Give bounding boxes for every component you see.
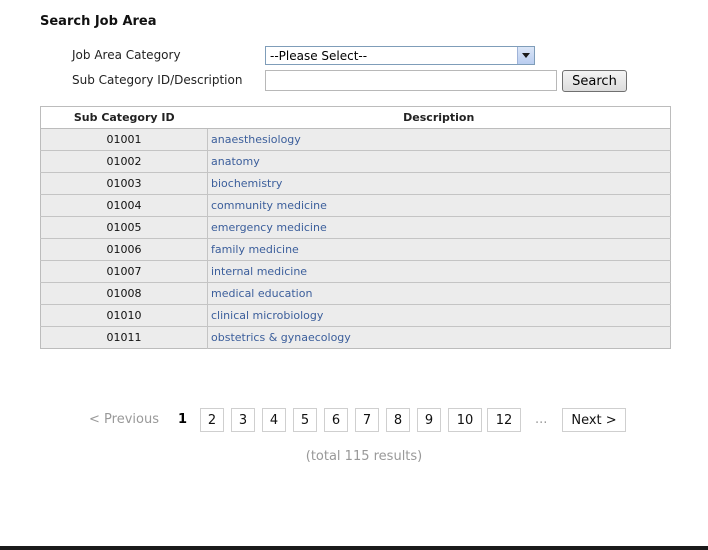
results-table: Sub Category ID Description 01001 anaesth… [40, 106, 671, 349]
header-description: Description [207, 106, 671, 129]
description-cell: internal medicine [207, 260, 671, 283]
table-row: 01005 emergency medicine [40, 216, 671, 239]
sub-category-id-cell: 01008 [40, 282, 208, 305]
description-cell: anaesthesiology [207, 128, 671, 151]
table-row: 01007 internal medicine [40, 260, 671, 283]
page-link[interactable]: 6 [324, 408, 348, 432]
job-area-category-select[interactable]: --Please Select-- [265, 46, 535, 65]
description-link[interactable]: medical education [211, 287, 312, 300]
page-link[interactable]: 10 [448, 408, 482, 432]
description-cell: biochemistry [207, 172, 671, 195]
table-row: 01008 medical education [40, 282, 671, 305]
description-link[interactable]: internal medicine [211, 265, 307, 278]
description-link[interactable]: family medicine [211, 243, 299, 256]
previous-link: < Previous [89, 412, 159, 427]
sub-category-label: Sub Category ID/Description [72, 73, 243, 87]
table-row: 01001 anaesthesiology [40, 128, 671, 151]
header-sub-category-id: Sub Category ID [40, 106, 208, 129]
table-row: 01003 biochemistry [40, 172, 671, 195]
dropdown-arrow-icon[interactable] [517, 47, 534, 64]
sub-category-id-cell: 01007 [40, 260, 208, 283]
page-link[interactable]: 7 [355, 408, 379, 432]
description-link[interactable]: obstetrics & gynaecology [211, 331, 351, 344]
pagination-ellipsis: ... [535, 412, 548, 427]
table-row: 01011 obstetrics & gynaecology [40, 326, 671, 349]
sub-category-id-cell: 01006 [40, 238, 208, 261]
description-cell: community medicine [207, 194, 671, 217]
description-cell: emergency medicine [207, 216, 671, 239]
page-link[interactable]: 9 [417, 408, 441, 432]
page-link[interactable]: 5 [293, 408, 317, 432]
page-link[interactable]: 4 [262, 408, 286, 432]
sub-category-id-cell: 01010 [40, 304, 208, 327]
description-link[interactable]: emergency medicine [211, 221, 327, 234]
description-cell: obstetrics & gynaecology [207, 326, 671, 349]
page-title: Search Job Area [40, 14, 157, 29]
page-link[interactable]: 12 [487, 408, 521, 432]
sub-category-id-cell: 01011 [40, 326, 208, 349]
next-button[interactable]: Next > [562, 408, 626, 432]
description-cell: anatomy [207, 150, 671, 173]
page-link[interactable]: 8 [386, 408, 410, 432]
sub-category-input[interactable] [265, 70, 557, 91]
table-row: 01010 clinical microbiology [40, 304, 671, 327]
bottom-border [0, 546, 708, 550]
description-cell: family medicine [207, 238, 671, 261]
page-link[interactable]: 2 [200, 408, 224, 432]
description-link[interactable]: biochemistry [211, 177, 282, 190]
description-link[interactable]: anaesthesiology [211, 133, 301, 146]
total-results: (total 115 results) [305, 449, 423, 464]
sub-category-id-cell: 01001 [40, 128, 208, 151]
job-area-category-label: Job Area Category [72, 48, 181, 62]
sub-category-id-cell: 01004 [40, 194, 208, 217]
current-page: 1 [178, 412, 188, 427]
pagination: < Previous 1 ... Next > 2 3 4 5 6 7 8 9 10 12 [0, 408, 708, 432]
table-row: 01004 community medicine [40, 194, 671, 217]
sub-category-id-cell: 01002 [40, 150, 208, 173]
description-cell: clinical microbiology [207, 304, 671, 327]
page-link[interactable]: 3 [231, 408, 255, 432]
description-link[interactable]: clinical microbiology [211, 309, 323, 322]
description-link[interactable]: anatomy [211, 155, 260, 168]
search-button[interactable]: Search [562, 70, 627, 92]
table-row: 01006 family medicine [40, 238, 671, 261]
table-row: 01002 anatomy [40, 150, 671, 173]
description-cell: medical education [207, 282, 671, 305]
table-header-row: Sub Category ID Description [40, 106, 671, 129]
sub-category-id-cell: 01003 [40, 172, 208, 195]
select-value: --Please Select-- [270, 49, 368, 63]
sub-category-id-cell: 01005 [40, 216, 208, 239]
description-link[interactable]: community medicine [211, 199, 327, 212]
